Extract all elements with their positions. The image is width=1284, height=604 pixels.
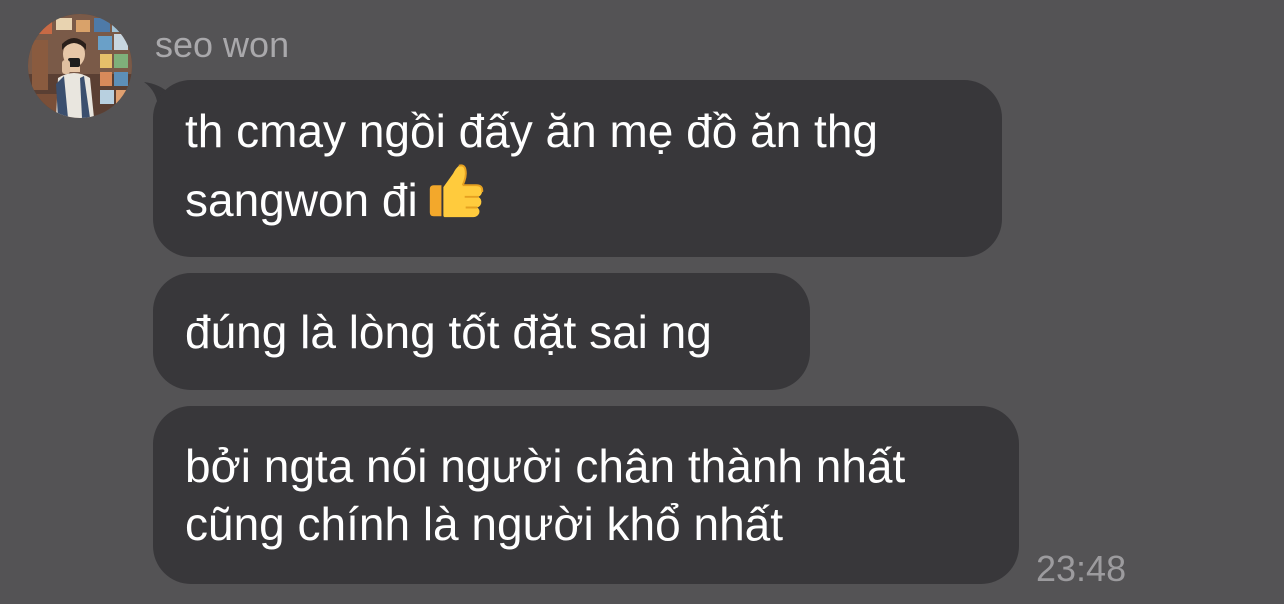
message-line: th cmay ngồi đấy ăn mẹ đồ ăn thg — [185, 105, 878, 157]
message-line-with-emoji: sangwon đi — [185, 160, 878, 235]
message-line: bởi ngta nói người chân thành nhất — [185, 440, 906, 492]
message-line: cũng chính là người khổ nhất — [185, 498, 784, 550]
message-bubble[interactable]: đúng là lòng tốt đặt sai ng — [153, 273, 810, 390]
message-text: đúng là lòng tốt đặt sai ng — [185, 303, 712, 361]
message-bubble[interactable]: bởi ngta nói người chân thành nhất cũng … — [153, 406, 1019, 584]
sender-avatar[interactable] — [28, 14, 132, 118]
message-text: th cmay ngồi đấy ăn mẹ đồ ăn thg sangwon… — [185, 102, 878, 235]
sender-name: seo won — [155, 24, 290, 65]
message-text: bởi ngta nói người chân thành nhất cũng … — [185, 437, 905, 553]
avatar-photo — [28, 14, 132, 118]
message-line: sangwon đi — [185, 174, 418, 226]
message-timestamp: 23:48 — [1036, 548, 1127, 589]
thumbs-up-icon — [424, 160, 486, 235]
message-bubble[interactable]: th cmay ngồi đấy ăn mẹ đồ ăn thg sangwon… — [153, 80, 1002, 257]
message-line: đúng là lòng tốt đặt sai ng — [185, 305, 712, 358]
